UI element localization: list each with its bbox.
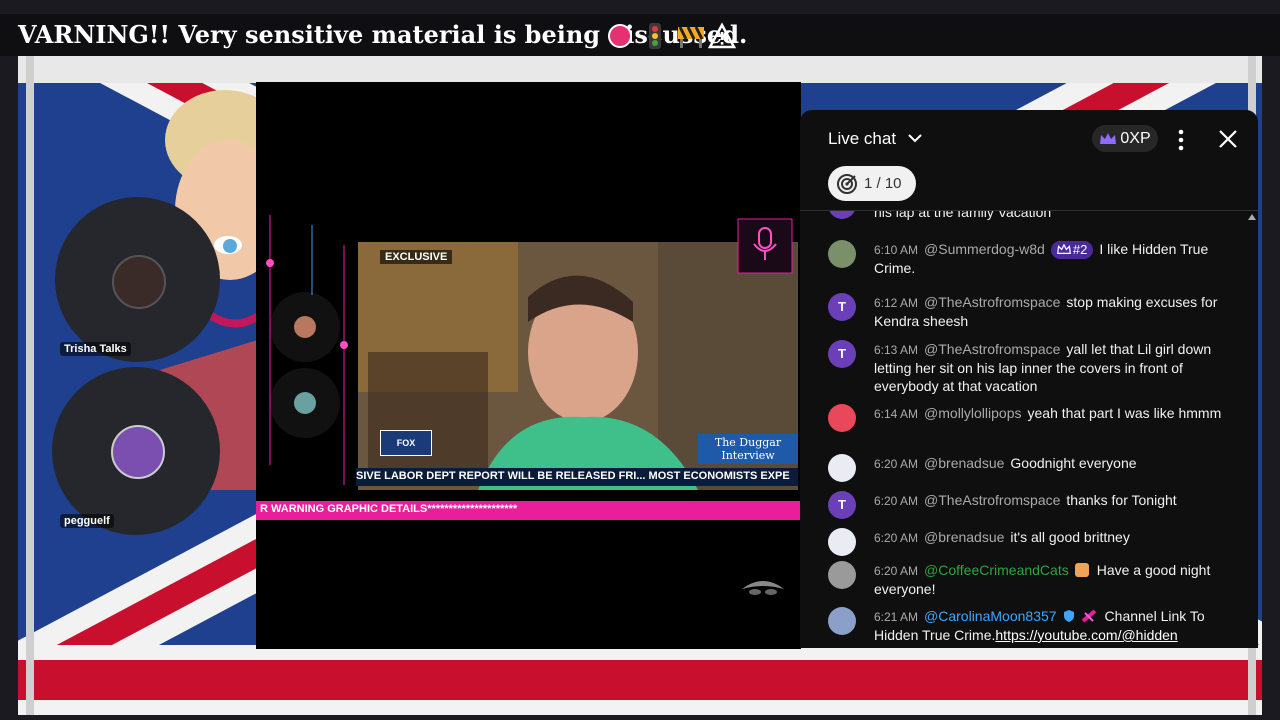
cat-emoji-icon: [1074, 563, 1089, 577]
chat-message-list[interactable]: his lap at the family Vacation 6:10 AM @S…: [800, 211, 1258, 648]
chat-avatar[interactable]: [828, 404, 856, 432]
verified-shield-icon: [1063, 610, 1074, 622]
chat-message: 6:20 AM @CoffeeCrimeandCats Have a good ni…: [828, 561, 1228, 598]
host-avatar: [112, 255, 166, 309]
exclusive-label: EXCLUSIVE: [380, 250, 453, 264]
news-ticker-text: SIVE LABOR DEPT REPORT WILL BE RELEASED …: [356, 470, 790, 482]
xp-label: 0XP: [1120, 129, 1151, 147]
chat-timestamp: 6:21 AM: [874, 610, 919, 624]
chat-timestamp: 6:20 AM: [874, 531, 919, 545]
chat-avatar[interactable]: T: [828, 340, 856, 368]
chat-author[interactable]: @mollylollipops: [924, 405, 1021, 421]
host-name-tag: Trisha Talks: [60, 342, 131, 356]
fox-news-logo: FOX: [380, 430, 432, 456]
chat-author[interactable]: @Summerdog-w8d: [924, 241, 1045, 257]
chat-message: 6:14 AM @mollylollipops yeah that part I w…: [828, 404, 1228, 432]
guest-avatar: [111, 425, 165, 479]
podcast-mic-logo: [737, 218, 793, 274]
chat-timestamp: 6:20 AM: [874, 564, 919, 578]
guest-name-tag: pegguelf: [60, 514, 114, 528]
stream-viewport: VARNING!! Very sensitive material is bei…: [0, 0, 1280, 720]
warning-scroll-text: R WARNING GRAPHIC DETAILS***************…: [260, 503, 518, 515]
chat-timestamp: 6:20 AM: [874, 457, 919, 471]
chat-timestamp: 6:13 AM: [874, 343, 919, 357]
chat-avatar[interactable]: T: [828, 293, 856, 321]
chat-timestamp: 6:10 AM: [874, 243, 919, 257]
crown-icon: [1100, 132, 1117, 144]
rank-badge: #2: [1050, 241, 1094, 259]
chat-message: T 6:20 AM @TheAstrofromspace thanks for To…: [828, 491, 1228, 519]
chat-avatar: [828, 211, 856, 219]
close-icon[interactable]: [1216, 127, 1240, 151]
chat-author[interactable]: @CarolinaMoon8357: [924, 608, 1057, 624]
construction-barrier-icon: [678, 26, 704, 48]
chat-message: 6:20 AM @brenadsue it's all good brittney: [828, 528, 1228, 556]
sticker-emoji-icon: [1081, 609, 1096, 623]
chat-avatar[interactable]: [828, 607, 856, 635]
chat-timestamp: 6:14 AM: [874, 407, 919, 421]
live-chat-header: Live chat 0XP 1 / 10: [800, 110, 1258, 211]
chat-author[interactable]: @CoffeeCrimeandCats: [924, 562, 1069, 578]
chat-message: 6:10 AM @Summerdog-w8d #2 I like Hidden Tru…: [828, 240, 1228, 277]
live-chat-title[interactable]: Live chat: [828, 129, 896, 149]
chevron-down-icon[interactable]: [907, 132, 923, 144]
news-clip-frame: EXCLUSIVE The Duggar Interview FOX: [358, 242, 798, 490]
warning-banner: VARNING!! Very sensitive material is bei…: [0, 14, 1280, 56]
chat-message: T 6:12 AM @TheAstrofromspace stop making e…: [828, 293, 1228, 330]
chat-avatar[interactable]: [828, 561, 856, 589]
chat-timestamp: 6:12 AM: [874, 296, 919, 310]
red-circle-icon: [608, 24, 632, 48]
more-options-icon[interactable]: [1172, 127, 1190, 153]
chat-author[interactable]: @TheAstrofromspace: [924, 341, 1060, 357]
chat-author[interactable]: @TheAstrofromspace: [924, 294, 1060, 310]
chat-goal-label: 1 / 10: [864, 175, 902, 192]
chat-message-link[interactable]: https://youtube.com/@hidden: [995, 627, 1177, 643]
xp-badge-button[interactable]: 0XP: [1092, 125, 1158, 152]
warning-scroll-bar: R WARNING GRAPHIC DETAILS***************…: [256, 501, 800, 520]
target-icon: [837, 173, 857, 194]
neon-light-effects: [266, 215, 348, 485]
chat-message-text: yeah that part I was like hmmm: [1027, 405, 1222, 421]
channel-watermark-logo: [742, 581, 784, 595]
news-ticker: SIVE LABOR DEPT REPORT WILL BE RELEASED …: [356, 468, 798, 486]
warning-banner-text: VARNING!! Very sensitive material is bei…: [18, 20, 748, 49]
chat-author[interactable]: @brenadsue: [924, 455, 1004, 471]
chat-message-text: Goodnight everyone: [1010, 455, 1137, 471]
chat-goal-button[interactable]: 1 / 10: [828, 166, 916, 201]
chat-message-text: it's all good brittney: [1010, 529, 1130, 545]
chat-message: 6:21 AM @CarolinaMoon8357 Channel Link To …: [828, 607, 1228, 644]
chat-message-text: his lap at the family Vacation: [874, 211, 1052, 220]
warning-sign-icon: [708, 22, 736, 49]
chat-author[interactable]: @TheAstrofromspace: [924, 492, 1060, 508]
chat-avatar[interactable]: [828, 240, 856, 268]
chat-avatar[interactable]: T: [828, 491, 856, 519]
chat-author[interactable]: @brenadsue: [924, 529, 1004, 545]
chat-message: 6:20 AM @brenadsue Goodnight everyone: [828, 454, 1228, 482]
rank-badge-label: #2: [1072, 242, 1088, 257]
crown-icon: [1056, 243, 1071, 255]
chat-avatar[interactable]: [828, 454, 856, 482]
chat-message-text: thanks for Tonight: [1066, 492, 1177, 508]
chat-message: his lap at the family Vacation: [828, 211, 1228, 221]
chat-avatar[interactable]: [828, 528, 856, 556]
chat-message: T 6:13 AM @TheAstrofromspace yall let that…: [828, 340, 1228, 395]
show-title: The Duggar Interview: [698, 434, 798, 464]
chat-timestamp: 6:20 AM: [874, 494, 919, 508]
live-chat-panel: Live chat 0XP 1 / 10 his lap at the fami…: [800, 110, 1258, 648]
traffic-light-icon: [649, 23, 661, 49]
